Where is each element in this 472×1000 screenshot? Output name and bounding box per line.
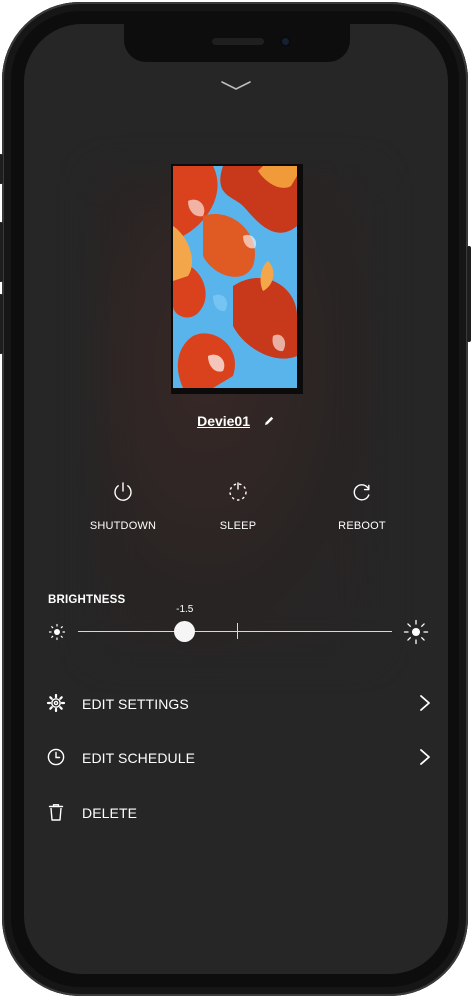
- edit-schedule-label: EDIT SCHEDULE: [82, 750, 196, 766]
- edit-settings-label: EDIT SETTINGS: [82, 696, 189, 712]
- edit-schedule-row[interactable]: EDIT SCHEDULE: [46, 740, 430, 774]
- reboot-icon: [353, 484, 370, 501]
- shutdown-label: SHUTDOWN: [89, 520, 157, 532]
- mute-switch: [0, 154, 3, 184]
- notch: [124, 24, 350, 62]
- shutdown-button[interactable]: SHUTDOWN: [68, 480, 178, 532]
- trash-icon: [48, 804, 64, 821]
- pencil-icon[interactable]: [263, 415, 275, 427]
- device-name-link[interactable]: Devie01: [197, 413, 250, 429]
- chevron-right-icon: [420, 695, 430, 711]
- power-icon: [114, 482, 132, 501]
- speaker-grille: [212, 38, 264, 45]
- volume-down-button: [0, 294, 3, 354]
- brightness-slider-track[interactable]: [78, 631, 392, 632]
- brightness-value: -1.5: [176, 604, 194, 615]
- screen: Devie01 SHUTDOWN SLEEP REBOOT BRIGHTNESS…: [24, 24, 448, 974]
- delete-label: DELETE: [82, 805, 138, 821]
- clock-icon: [47, 748, 65, 766]
- chevron-down-icon[interactable]: [218, 78, 254, 92]
- sleep-button[interactable]: SLEEP: [183, 480, 293, 532]
- brightness-label: BRIGHTNESS: [48, 594, 126, 606]
- reboot-label: REBOOT: [338, 520, 386, 532]
- delete-row[interactable]: DELETE: [46, 795, 430, 829]
- front-camera: [280, 36, 291, 47]
- sleep-icon: [229, 482, 247, 501]
- brightness-low-icon: [48, 623, 66, 641]
- sleep-label: SLEEP: [219, 520, 257, 532]
- power-side-button: [467, 246, 471, 342]
- phone-frame: Devie01 SHUTDOWN SLEEP REBOOT BRIGHTNESS…: [0, 2, 471, 996]
- device-artwork: [171, 164, 303, 394]
- gear-icon: [46, 693, 66, 713]
- volume-up-button: [0, 222, 3, 282]
- brightness-high-icon: [403, 619, 429, 645]
- reboot-button[interactable]: REBOOT: [307, 480, 417, 532]
- device-name-row: Devie01: [24, 413, 448, 429]
- brightness-center-tick: [237, 623, 238, 639]
- edit-settings-row[interactable]: EDIT SETTINGS: [46, 686, 430, 720]
- chevron-right-icon: [420, 749, 430, 765]
